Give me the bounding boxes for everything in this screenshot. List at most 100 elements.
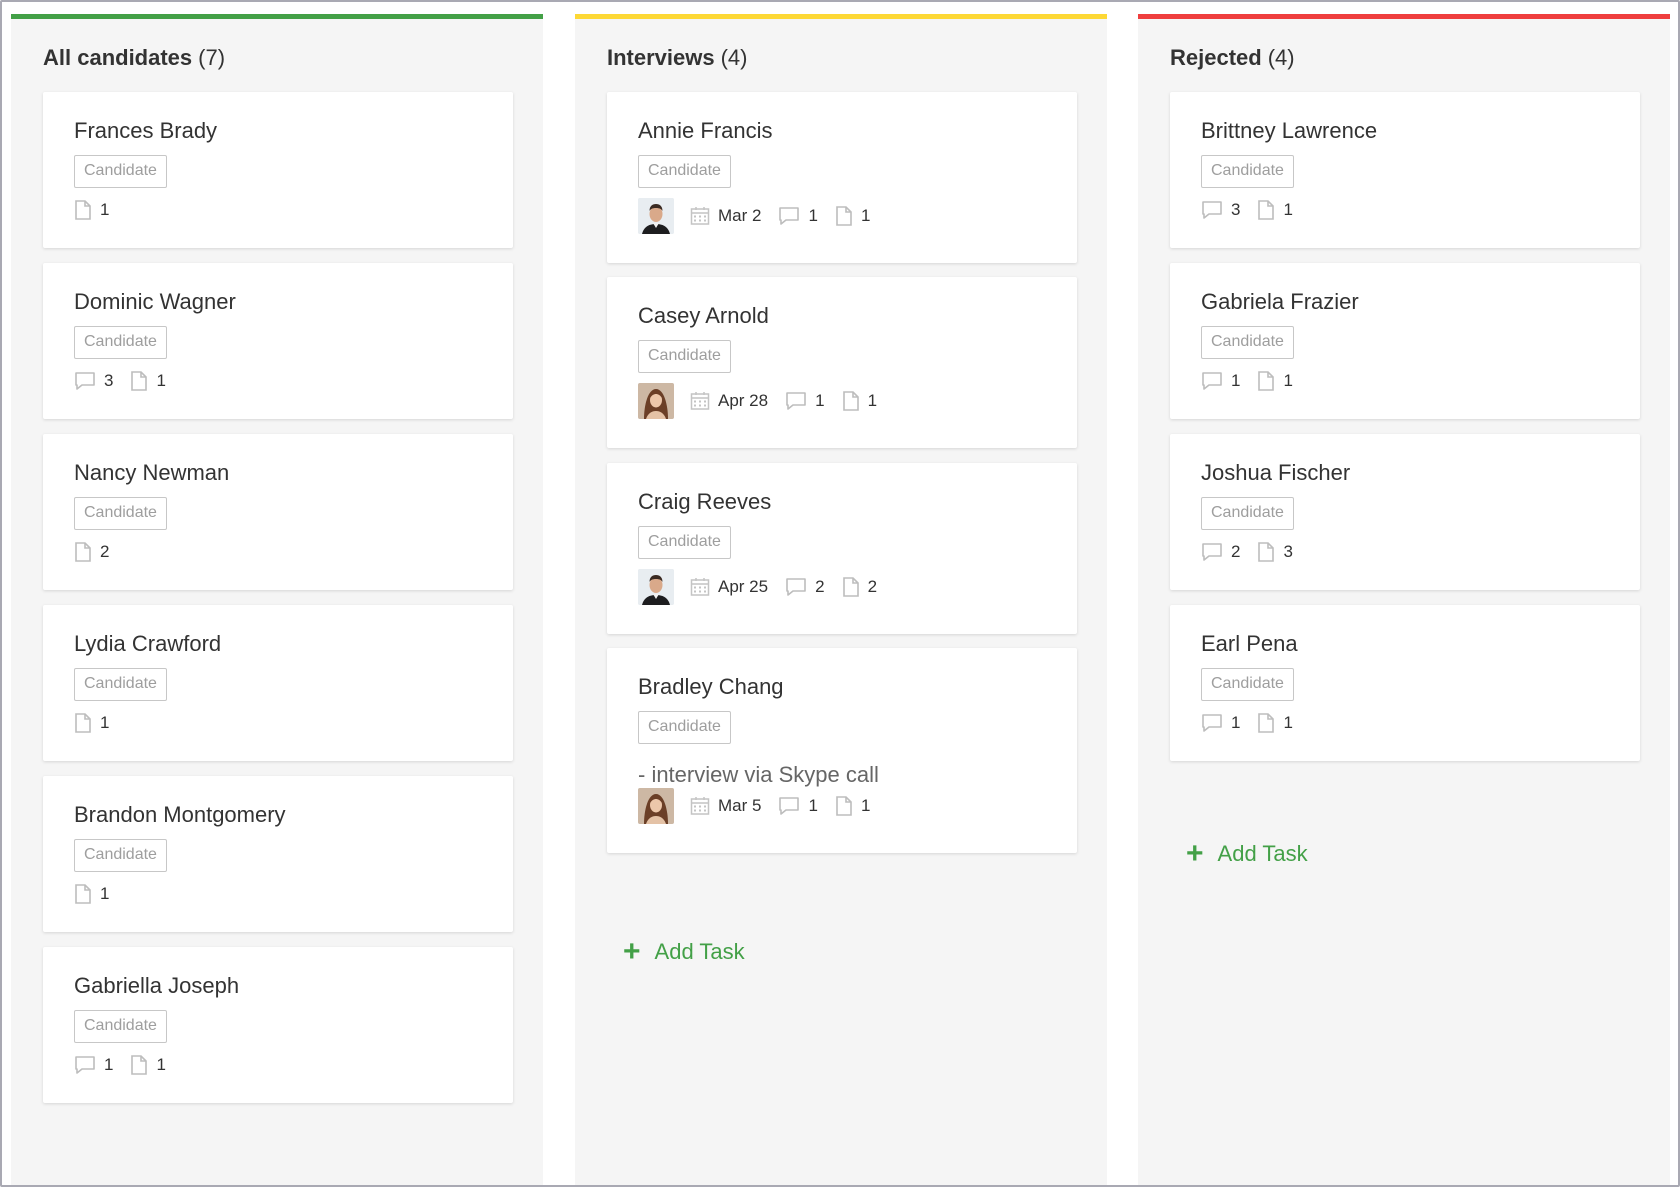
- files-count: 1: [835, 796, 870, 816]
- card-tag[interactable]: Candidate: [1201, 497, 1294, 530]
- card-tag[interactable]: Candidate: [1201, 155, 1294, 188]
- comment-icon: [1202, 543, 1222, 561]
- candidate-card[interactable]: Earl Pena Candidate 1 1: [1170, 605, 1640, 761]
- column-header: Interviews (4): [607, 45, 748, 71]
- file-icon: [75, 542, 91, 562]
- card-tag[interactable]: Candidate: [638, 340, 731, 373]
- comment-icon: [1202, 372, 1222, 390]
- card-meta: 1 1: [1201, 363, 1310, 399]
- card-meta: 1: [74, 705, 126, 741]
- files-count: 3: [1257, 542, 1293, 562]
- card-name: Craig Reeves: [638, 489, 772, 514]
- male-avatar[interactable]: [638, 198, 674, 234]
- card-meta: 1: [74, 192, 126, 228]
- column-all-candidates: All candidates (7) Frances Brady Candidat…: [11, 14, 543, 1185]
- due-date: Apr 28: [690, 391, 768, 411]
- column-count: (7): [198, 45, 226, 70]
- file-icon: [131, 1055, 148, 1075]
- column-header: All candidates (7): [43, 45, 225, 71]
- card-name: Lydia Crawford: [74, 631, 222, 656]
- due-date: Mar 5: [690, 796, 761, 816]
- file-icon: [836, 206, 852, 226]
- card-meta: Apr 25 2 2: [638, 569, 894, 605]
- card-tag[interactable]: Candidate: [74, 155, 167, 188]
- card-name: Earl Pena: [1201, 631, 1298, 656]
- card-name: Casey Arnold: [638, 303, 769, 328]
- add-task-button[interactable]: + Add Task: [623, 937, 745, 967]
- candidate-card[interactable]: Nancy Newman Candidate 2: [43, 434, 513, 590]
- files-count: 1: [130, 371, 166, 391]
- column-count: (4): [1267, 45, 1295, 70]
- card-tag[interactable]: Candidate: [1201, 326, 1294, 359]
- card-tag[interactable]: Candidate: [74, 668, 167, 701]
- file-icon: [75, 713, 91, 733]
- file-icon: [1258, 542, 1275, 562]
- file-icon: [75, 884, 91, 904]
- candidate-card[interactable]: Frances Brady Candidate 1: [43, 92, 513, 248]
- candidate-card[interactable]: Gabriela Frazier Candidate 1 1: [1170, 263, 1640, 419]
- card-tag[interactable]: Candidate: [638, 526, 731, 559]
- comment-icon: [779, 207, 800, 225]
- card-note: - interview via Skype call: [638, 762, 879, 787]
- column-header: Rejected (4): [1170, 45, 1295, 71]
- file-icon: [836, 796, 852, 816]
- card-meta: 3 1: [74, 363, 183, 399]
- file-icon: [842, 577, 859, 597]
- card-meta: 2 3: [1201, 534, 1310, 570]
- card-name: Bradley Chang: [638, 674, 784, 699]
- comments-count: 2: [1201, 542, 1240, 562]
- card-meta: 1: [74, 876, 126, 912]
- candidate-card[interactable]: Casey Arnold Candidate Apr 28 1 1: [607, 277, 1077, 448]
- app-frame: All candidates (7) Frances Brady Candidat…: [0, 0, 1680, 1187]
- comments-count: 3: [1201, 200, 1240, 220]
- plus-icon: +: [1186, 837, 1204, 870]
- card-meta: Apr 28 1 1: [638, 383, 894, 419]
- card-meta: 1 1: [1201, 705, 1310, 741]
- card-name: Gabriela Frazier: [1201, 289, 1359, 314]
- comments-count: 1: [1201, 713, 1240, 733]
- candidate-card[interactable]: Brittney Lawrence Candidate 3 1: [1170, 92, 1640, 248]
- candidate-card[interactable]: Craig Reeves Candidate Apr 25 2 2: [607, 463, 1077, 634]
- kanban-board: All candidates (7) Frances Brady Candidat…: [11, 14, 1671, 1185]
- card-tag[interactable]: Candidate: [74, 497, 167, 530]
- files-count: 2: [74, 542, 109, 562]
- female-avatar[interactable]: [638, 383, 674, 419]
- candidate-card[interactable]: Lydia Crawford Candidate 1: [43, 605, 513, 761]
- candidate-card[interactable]: Annie Francis Candidate Mar 2 1 1: [607, 92, 1077, 263]
- due-date: Mar 2: [690, 206, 761, 226]
- card-meta: 1 1: [74, 1047, 183, 1083]
- column-title: Rejected: [1170, 45, 1262, 70]
- file-icon: [1258, 371, 1275, 391]
- comment-icon: [786, 578, 806, 596]
- file-icon: [1258, 200, 1275, 220]
- card-tag[interactable]: Candidate: [74, 839, 167, 872]
- column-title: All candidates: [43, 45, 193, 70]
- comments-count: 3: [74, 371, 113, 391]
- card-name: Frances Brady: [74, 118, 218, 143]
- card-tag[interactable]: Candidate: [74, 326, 167, 359]
- calendar-icon: [690, 207, 710, 225]
- female-avatar[interactable]: [638, 788, 674, 824]
- comments-count: 1: [778, 796, 818, 816]
- card-tag[interactable]: Candidate: [638, 711, 731, 744]
- file-icon: [131, 371, 148, 391]
- candidate-card[interactable]: Brandon Montgomery Candidate 1: [43, 776, 513, 932]
- candidate-card[interactable]: Dominic Wagner Candidate 3 1: [43, 263, 513, 419]
- add-task-button[interactable]: + Add Task: [1186, 837, 1308, 870]
- files-count: 1: [130, 1055, 166, 1075]
- male-avatar[interactable]: [638, 569, 674, 605]
- candidate-card[interactable]: Gabriella Joseph Candidate 1 1: [43, 947, 513, 1103]
- comment-icon: [779, 797, 800, 815]
- card-tag[interactable]: Candidate: [1201, 668, 1294, 701]
- candidate-card[interactable]: Joshua Fischer Candidate 2 3: [1170, 434, 1640, 590]
- card-tag[interactable]: Candidate: [638, 155, 731, 188]
- candidate-card[interactable]: Bradley Chang Candidate - interview via …: [607, 648, 1077, 853]
- card-tag[interactable]: Candidate: [74, 1010, 167, 1043]
- comments-count: 1: [785, 391, 825, 411]
- files-count: 1: [842, 391, 877, 411]
- comment-icon: [786, 392, 806, 410]
- calendar-icon: [690, 578, 710, 596]
- card-name: Gabriella Joseph: [74, 973, 240, 998]
- files-count: 1: [74, 884, 109, 904]
- files-count: 1: [1257, 713, 1293, 733]
